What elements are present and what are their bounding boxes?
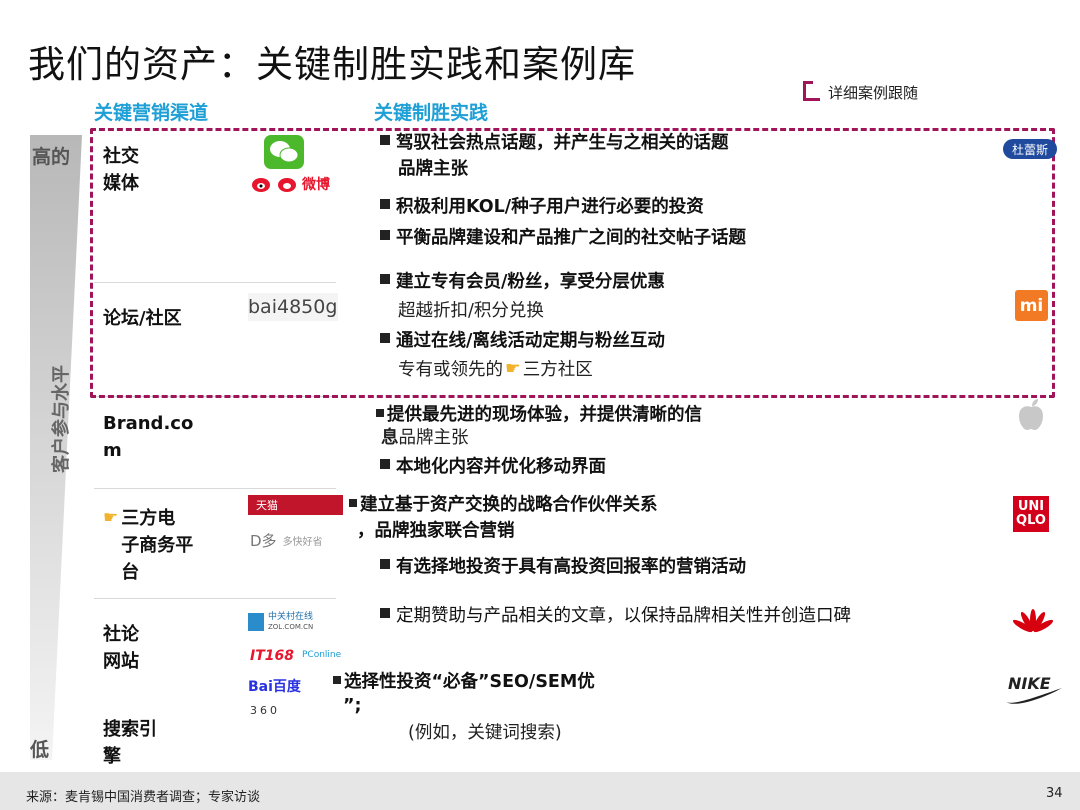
practice-item-cont: ”; bbox=[343, 696, 362, 716]
practice-item: 驾驭社会热点话题，并产生与之相关的话题 bbox=[380, 131, 729, 156]
bullet-icon bbox=[380, 459, 390, 469]
forum-handle: bai4850g bbox=[248, 293, 338, 321]
uniqlo-logo: UNI QLO bbox=[1013, 496, 1049, 532]
practice-item-cont: 品牌主张 bbox=[398, 159, 468, 179]
channel-forum: 论坛/社区 bbox=[103, 308, 182, 329]
durex-logo: 杜蕾斯 bbox=[1003, 139, 1057, 159]
wechat-icon bbox=[270, 141, 299, 163]
pconline-logo: PConline bbox=[302, 650, 342, 660]
channel-social-media: 社交 媒体 bbox=[103, 146, 139, 194]
axis-title: 客户参与水平 bbox=[47, 365, 73, 473]
practice-item: 平衡品牌建设和产品推广之间的社交帖子话题 bbox=[380, 226, 746, 251]
source-note: 来源：麦肯锡中国消费者调查；专家访谈 bbox=[26, 790, 261, 805]
wechat-logo bbox=[264, 135, 304, 169]
practice-item: 本地化内容并优化移动界面 bbox=[380, 455, 606, 480]
row-divider bbox=[94, 598, 336, 599]
pointing-hand-icon: ☛ bbox=[505, 358, 521, 379]
bullet-icon bbox=[380, 230, 390, 240]
channel-review-sites: 社论 网站 bbox=[103, 624, 139, 672]
channel-search-engine: 搜索引 擎 bbox=[103, 719, 157, 767]
practice-item: 建立专有会员/粉丝，享受分层优惠 bbox=[380, 270, 665, 295]
weibo-logo: 微博 bbox=[250, 174, 330, 194]
zol-icon bbox=[248, 613, 264, 631]
zol-logo: 中关村在线 ZOL.COM.CN bbox=[248, 612, 313, 632]
practices-header: 关键制胜实践 bbox=[374, 102, 489, 124]
jd-logo: D多 多快好省 bbox=[250, 532, 323, 550]
it168-logo: IT168 bbox=[250, 648, 294, 664]
practice-item-cont: 息品牌主张 bbox=[381, 428, 469, 448]
pointing-hand-icon: ☛ bbox=[103, 508, 119, 528]
practice-item: 积极利用KOL/种子用户进行必要的投资 bbox=[380, 195, 704, 220]
practice-subtext: 超越折扣/积分兑换 bbox=[398, 301, 544, 321]
axis-low-label: 低 bbox=[30, 739, 50, 761]
huawei-logo bbox=[1013, 609, 1053, 633]
practice-item: 建立基于资产交换的战略合作伙伴关系 bbox=[349, 493, 658, 518]
row-divider bbox=[94, 488, 336, 489]
weibo-icon bbox=[252, 178, 270, 192]
practice-item-cont: ，品牌独家联合营销 bbox=[357, 521, 515, 541]
bullet-icon bbox=[380, 559, 390, 569]
axis-high-label: 高的 bbox=[32, 146, 71, 168]
practice-item: 通过在线/离线活动定期与粉丝互动 bbox=[380, 329, 665, 354]
so360-logo: 360 bbox=[250, 704, 280, 717]
bullet-icon bbox=[380, 333, 390, 343]
practice-subtext: 专有或领先的 ☛ 三方社区 bbox=[398, 358, 593, 381]
page-title: 我们的资产：关键制胜实践和案例库 bbox=[28, 43, 636, 86]
page-number: 34 bbox=[1046, 786, 1063, 801]
nike-logo: NIKE bbox=[1004, 672, 1064, 706]
bullet-icon bbox=[333, 676, 341, 684]
bullet-icon bbox=[380, 135, 390, 145]
bullet-icon bbox=[349, 499, 357, 507]
tmall-logo: 天猫 bbox=[248, 495, 343, 515]
channel-ecommerce: ☛ 三方电 子商务平 台 bbox=[103, 505, 193, 586]
bullet-icon bbox=[380, 199, 390, 209]
baidu-logo: Bai百度 bbox=[248, 679, 301, 695]
xiaomi-logo: mi bbox=[1015, 290, 1048, 321]
bullet-icon bbox=[380, 608, 390, 618]
case-tracking-legend: 详细案例跟随 bbox=[803, 81, 918, 103]
swoosh-icon bbox=[1006, 688, 1062, 704]
channel-brand-com: Brand.co m bbox=[103, 413, 194, 461]
channels-header: 关键营销渠道 bbox=[94, 102, 209, 124]
practice-item: 有选择地投资于具有高投资回报率的营销活动 bbox=[380, 555, 746, 580]
bullet-icon bbox=[376, 409, 384, 417]
apple-logo bbox=[1019, 399, 1043, 430]
weibo-icon-alt bbox=[278, 178, 296, 192]
practice-subtext: (例如，关键词搜索) bbox=[408, 723, 562, 743]
bracket-icon bbox=[803, 81, 820, 101]
practice-item: 定期赞助与产品相关的文章，以保持品牌相关性并创造口碑 bbox=[380, 604, 851, 629]
bullet-icon bbox=[380, 274, 390, 284]
practice-item: 选择性投资“必备”SEO/SEM优 bbox=[333, 670, 595, 695]
